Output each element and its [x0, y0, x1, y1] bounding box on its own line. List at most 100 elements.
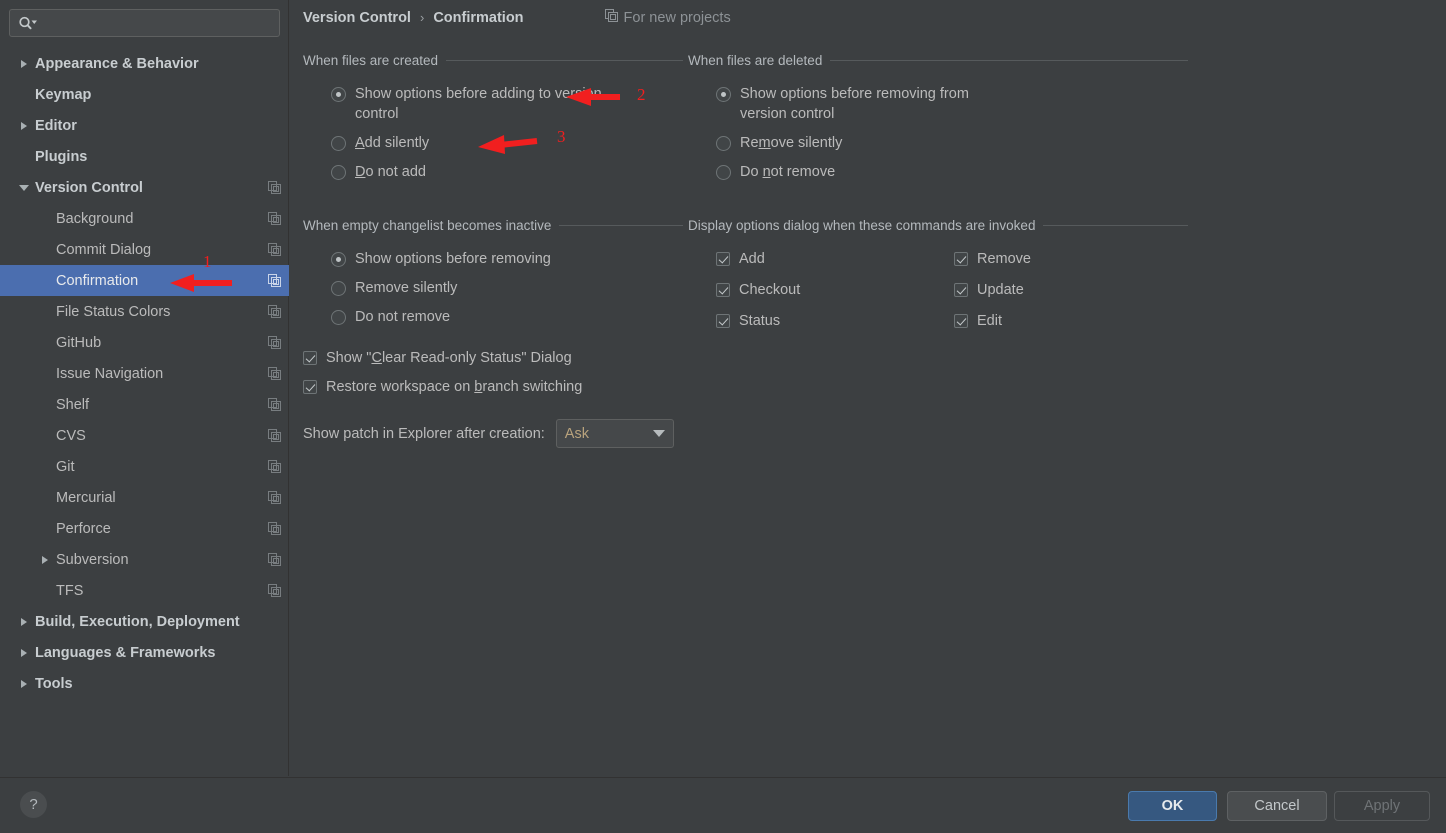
help-button[interactable]: ? [20, 791, 47, 818]
copy-icon[interactable] [268, 491, 281, 504]
radio-files-deleted-1[interactable]: Remove silently [716, 133, 1188, 153]
breadcrumb: Version Control › Confirmation For new p… [303, 9, 731, 26]
chevron-down-icon[interactable] [17, 181, 31, 195]
radio-files-created-2[interactable]: Do not add [331, 162, 683, 182]
group-title: When empty changelist becomes inactive [303, 217, 552, 233]
radio-button [331, 87, 346, 102]
breadcrumb-separator: › [419, 10, 425, 25]
sidebar-item-tfs[interactable]: TFS [0, 575, 289, 606]
copy-icon[interactable] [268, 553, 281, 566]
sidebar-item-git[interactable]: Git [0, 451, 289, 482]
settings-sidebar: Appearance & Behavior Keymap Editor Plugins… [0, 0, 289, 776]
search-input[interactable] [9, 9, 280, 37]
copy-icon[interactable] [268, 181, 281, 194]
checkbox-remove[interactable]: Remove [954, 249, 1184, 269]
sidebar-item-languages-frameworks[interactable]: Languages & Frameworks [0, 637, 289, 668]
sidebar-item-commit-dialog[interactable]: Commit Dialog [0, 234, 289, 265]
sidebar-item-label: Perforce [56, 520, 111, 537]
sidebar-item-perforce[interactable]: Perforce [0, 513, 289, 544]
copy-icon[interactable] [268, 584, 281, 597]
group-files-created: When files are created Show options befo… [303, 52, 683, 191]
copy-icon[interactable] [268, 274, 281, 287]
chevron-right-icon[interactable] [17, 615, 31, 629]
sidebar-item-tools[interactable]: Tools [0, 668, 289, 699]
chevron-right-icon[interactable] [17, 119, 31, 133]
group-display-options: Display options dialog when these comman… [688, 217, 1188, 339]
chevron-right-icon[interactable] [17, 57, 31, 71]
copy-icon[interactable] [268, 398, 281, 411]
ok-button[interactable]: OK [1128, 791, 1217, 821]
copy-icon[interactable] [268, 367, 281, 380]
checkbox-box [716, 314, 730, 328]
copy-icon[interactable] [268, 429, 281, 442]
sidebar-item-label: Confirmation [56, 272, 139, 289]
copy-icon[interactable] [268, 336, 281, 349]
chevron-right-icon[interactable] [17, 646, 31, 660]
checkbox-update[interactable]: Update [954, 280, 1184, 300]
sidebar-item-github[interactable]: GitHub [0, 327, 289, 358]
sidebar-item-shelf[interactable]: Shelf [0, 389, 289, 420]
sidebar-item-file-status-colors[interactable]: File Status Colors [0, 296, 289, 327]
apply-button[interactable]: Apply [1334, 791, 1430, 821]
breadcrumb-parent[interactable]: Version Control [303, 10, 411, 26]
scope-label: For new projects [623, 9, 731, 26]
sidebar-item-editor[interactable]: Editor [0, 110, 289, 141]
sidebar-item-subversion[interactable]: Subversion [0, 544, 289, 575]
search-field-wrapper [9, 9, 280, 37]
checkbox-status[interactable]: Status [716, 311, 946, 331]
sidebar-item-background[interactable]: Background [0, 203, 289, 234]
copy-icon[interactable] [268, 460, 281, 473]
radio-empty-changelist-2[interactable]: Do not remove [331, 307, 683, 327]
sidebar-item-label: Appearance & Behavior [35, 55, 199, 72]
sidebar-item-appearance-behavior[interactable]: Appearance & Behavior [0, 48, 289, 79]
checkbox-label: Restore workspace on branch switching [326, 379, 583, 395]
sidebar-item-label: Keymap [35, 86, 92, 103]
checkbox-box [303, 380, 317, 394]
sidebar-item-mercurial[interactable]: Mercurial [0, 482, 289, 513]
chevron-right-icon[interactable] [17, 677, 31, 691]
copy-icon[interactable] [268, 212, 281, 225]
chevron-right-icon[interactable] [38, 553, 52, 567]
sidebar-item-label: Git [56, 458, 75, 475]
sidebar-item-issue-navigation[interactable]: Issue Navigation [0, 358, 289, 389]
radio-files-created-0[interactable]: Show options before adding to version co… [331, 84, 683, 124]
sidebar-item-confirmation[interactable]: Confirmation [0, 265, 289, 296]
radio-empty-changelist-0[interactable]: Show options before removing [331, 249, 683, 269]
sidebar-item-label: CVS [56, 427, 86, 444]
group-rule [559, 224, 683, 226]
sidebar-item-keymap[interactable]: Keymap [0, 79, 289, 110]
patch-explorer-dropdown[interactable]: Ask [555, 419, 674, 448]
copy-icon[interactable] [268, 305, 281, 318]
checkbox-clear-readonly-status[interactable]: Show "Clear Read-only Status" Dialog [303, 348, 674, 368]
copy-icon[interactable] [268, 243, 281, 256]
sidebar-item-cvs[interactable]: CVS [0, 420, 289, 451]
annotation-number-3: 3 [557, 127, 566, 146]
extra-options: Show "Clear Read-only Status" Dialog Res… [303, 348, 674, 448]
checkbox-checkout[interactable]: Checkout [716, 280, 946, 300]
radio-button [716, 165, 731, 180]
dialog-footer: ? OK Cancel Apply [0, 777, 1446, 833]
copy-icon[interactable] [268, 522, 281, 535]
checkbox-edit[interactable]: Edit [954, 311, 1184, 331]
sidebar-item-version-control[interactable]: Version Control [0, 172, 289, 203]
group-header: When files are created [303, 52, 683, 68]
sidebar-item-build-execution-deployment[interactable]: Build, Execution, Deployment [0, 606, 289, 637]
copy-icon [604, 9, 618, 26]
sidebar-item-label: Shelf [56, 396, 90, 413]
radio-label: Show options before adding to version co… [355, 86, 602, 122]
checkbox-add[interactable]: Add [716, 249, 946, 269]
sidebar-item-label: Languages & Frameworks [35, 644, 216, 661]
radio-files-created-1[interactable]: Add silently [331, 133, 683, 153]
cancel-button[interactable]: Cancel [1227, 791, 1327, 821]
group-header: When files are deleted [688, 52, 1188, 68]
radio-files-deleted-0[interactable]: Show options before removing from versio… [716, 84, 1188, 124]
checkbox-restore-workspace[interactable]: Restore workspace on branch switching [303, 377, 674, 397]
sidebar-item-label: Subversion [56, 551, 129, 568]
checkbox-label: Edit [977, 313, 1002, 329]
radio-empty-changelist-1[interactable]: Remove silently [331, 278, 683, 298]
sidebar-item-plugins[interactable]: Plugins [0, 141, 289, 172]
radio-files-deleted-2[interactable]: Do not remove [716, 162, 1188, 182]
